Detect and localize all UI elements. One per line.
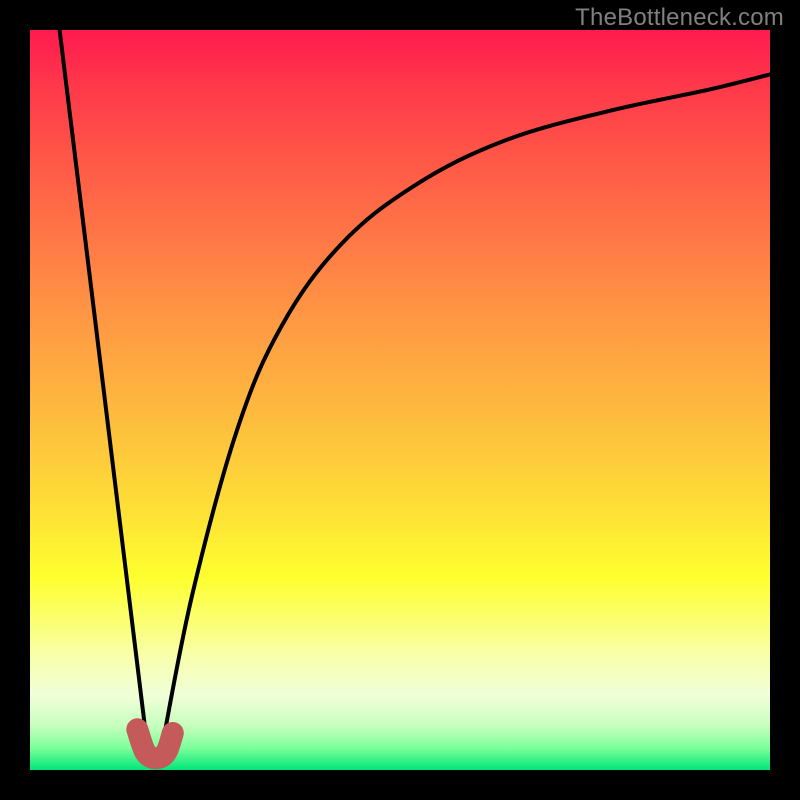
attribution-label: TheBottleneck.com [575, 4, 784, 32]
curve-right-rise [163, 74, 770, 740]
outer-frame: TheBottleneck.com [0, 0, 800, 800]
plot-area [30, 30, 770, 770]
marker-arc [137, 729, 173, 758]
chart-svg [30, 30, 770, 770]
curve-left-descent [60, 30, 149, 755]
